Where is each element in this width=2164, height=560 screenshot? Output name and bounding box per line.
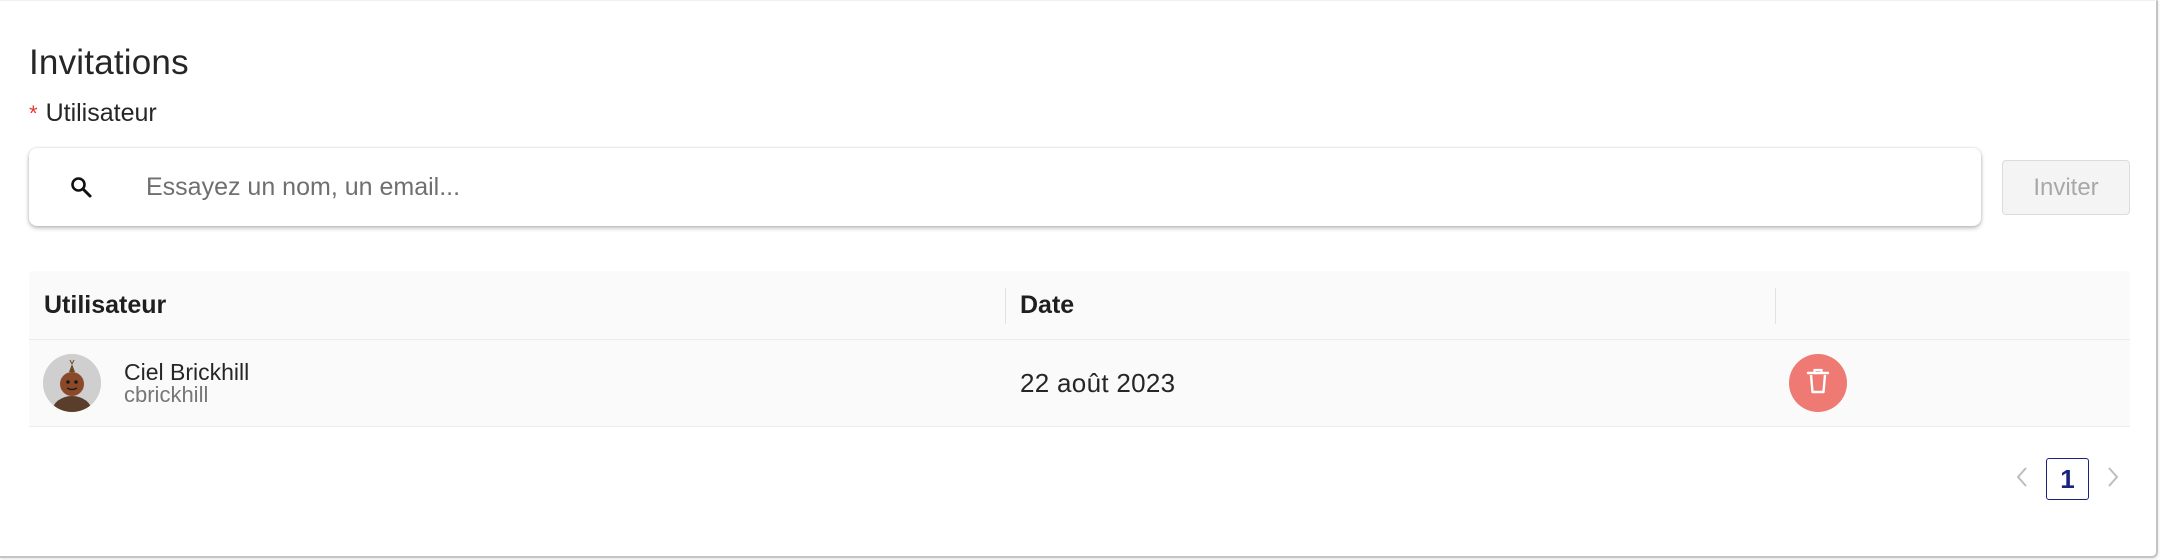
user-cell: Ciel Brickhill cbrickhill bbox=[29, 354, 1005, 412]
search-icon bbox=[65, 171, 97, 203]
user-field-label-text: Utilisateur bbox=[45, 99, 157, 127]
pagination: 1 bbox=[2004, 458, 2131, 500]
page-title: Invitations bbox=[29, 43, 189, 82]
user-info: Ciel Brickhill cbrickhill bbox=[124, 360, 249, 406]
chevron-left-icon bbox=[2015, 466, 2029, 493]
chevron-right-icon bbox=[2106, 466, 2120, 493]
table-row: Ciel Brickhill cbrickhill 22 août 2023 bbox=[29, 340, 2130, 427]
pagination-prev-button[interactable] bbox=[2004, 458, 2040, 500]
column-divider bbox=[1005, 288, 1006, 324]
search-input[interactable] bbox=[146, 162, 1926, 212]
avatar bbox=[43, 354, 101, 412]
user-name: Ciel Brickhill bbox=[124, 359, 250, 385]
invitation-date: 22 août 2023 bbox=[1020, 367, 1176, 398]
column-header-user[interactable]: Utilisateur bbox=[29, 271, 1005, 339]
column-header-date-label: Date bbox=[1020, 290, 1075, 319]
column-header-actions bbox=[1775, 271, 2130, 339]
invite-button[interactable]: Inviter bbox=[2002, 160, 2130, 215]
required-mark: * bbox=[29, 101, 38, 126]
user-login: cbrickhill bbox=[124, 382, 209, 407]
delete-invitation-button[interactable] bbox=[1789, 354, 1847, 412]
invitations-table: Utilisateur Date Ciel Brickhill cbrickhi… bbox=[29, 271, 2130, 427]
column-divider bbox=[1775, 288, 1776, 324]
invitations-card: Invitations * Utilisateur Inviter Utilisa… bbox=[0, 0, 2158, 558]
user-search-box[interactable] bbox=[29, 148, 1981, 226]
table-header: Utilisateur Date bbox=[29, 271, 2130, 340]
column-header-date[interactable]: Date bbox=[1005, 271, 1775, 339]
pagination-next-button[interactable] bbox=[2095, 458, 2131, 500]
trash-icon bbox=[1805, 367, 1831, 400]
page-number[interactable]: 1 bbox=[2046, 458, 2089, 500]
user-field-label: * Utilisateur bbox=[29, 99, 157, 128]
actions-cell bbox=[1775, 354, 2130, 412]
